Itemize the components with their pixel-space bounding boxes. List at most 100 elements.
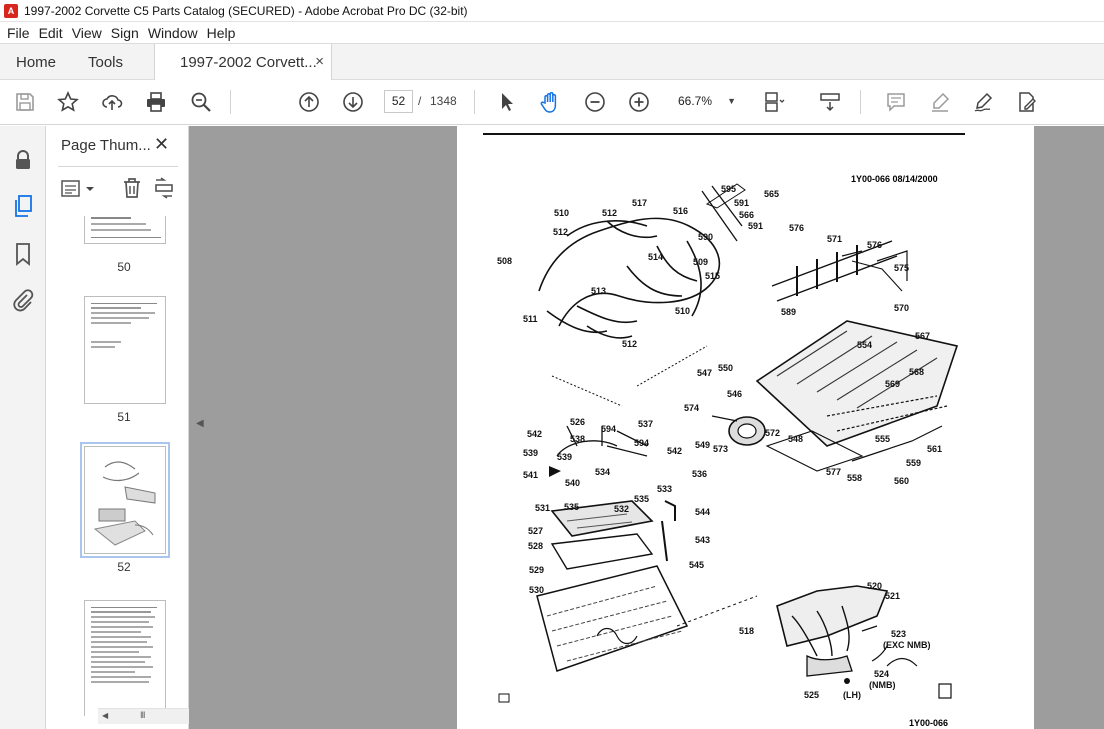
document-viewport[interactable]: 1Y00-066 08/14/2000 595 565 591 566 591 … <box>189 126 1104 729</box>
hand-tool-icon[interactable] <box>539 90 563 114</box>
window-title: 1997-2002 Corvette C5 Parts Catalog (SEC… <box>24 3 468 18</box>
diagram-callout: 524 <box>874 669 889 679</box>
upload-icon[interactable] <box>100 90 124 114</box>
page-thumbnail[interactable] <box>84 600 166 716</box>
diagram-callout: 576 <box>867 240 882 250</box>
prev-page-icon[interactable] <box>297 90 321 114</box>
menu-file[interactable]: File <box>7 25 30 41</box>
diagram-callout: 548 <box>788 434 803 444</box>
tab-tools[interactable]: Tools <box>88 44 123 80</box>
page-layout-icon[interactable] <box>762 90 786 114</box>
title-bar: A 1997-2002 Corvette C5 Parts Catalog (S… <box>0 0 1104 22</box>
diagram-callout: 576 <box>789 223 804 233</box>
page-header-code: 1Y00-066 08/14/2000 <box>851 174 938 184</box>
zoom-out-icon[interactable] <box>583 90 607 114</box>
collapse-panel-icon[interactable]: ◀ <box>196 418 208 436</box>
diagram-callout: 512 <box>553 227 568 237</box>
diagram-callout: 530 <box>529 585 544 595</box>
diagram-callout: 531 <box>535 503 550 513</box>
thumbnails-panel: Page Thum... ✕ 50 51 52 ◀ III <box>46 126 230 729</box>
diagram-callout: 550 <box>718 363 733 373</box>
diagram-callout: 574 <box>684 403 699 413</box>
bookmark-icon[interactable] <box>11 242 35 266</box>
scroll-grip[interactable]: III <box>140 710 145 720</box>
diagram-callout: 570 <box>894 303 909 313</box>
diagram-callout: 513 <box>591 286 606 296</box>
toolbar: 52 / 1348 66.7% ▼ <box>0 80 1104 125</box>
search-zoom-icon[interactable] <box>189 90 213 114</box>
fill-sign-icon[interactable] <box>1015 90 1039 114</box>
menu-sign[interactable]: Sign <box>111 25 139 41</box>
pages-icon[interactable] <box>11 194 35 218</box>
highlight-icon[interactable] <box>928 90 952 114</box>
diagram-callout: 547 <box>697 368 712 378</box>
diagram-callout: 591 <box>748 221 763 231</box>
diagram-callout: 526 <box>570 417 585 427</box>
diagram-callout: 510 <box>675 306 690 316</box>
menu-window[interactable]: Window <box>148 25 198 41</box>
toolbar-divider <box>230 90 231 114</box>
diagram-callout: 554 <box>857 340 872 350</box>
diagram-callout: 595 <box>721 184 736 194</box>
select-cursor-icon[interactable] <box>495 90 519 114</box>
print-icon[interactable] <box>144 90 168 114</box>
panel-divider <box>58 166 178 167</box>
thumbnail-list: 50 51 52 <box>46 216 171 716</box>
zoom-in-icon[interactable] <box>627 90 651 114</box>
diagram-callout: 516 <box>673 206 688 216</box>
menu-help[interactable]: Help <box>207 25 236 41</box>
scroll-mode-icon[interactable] <box>818 90 842 114</box>
diagram-callout: 555 <box>875 434 890 444</box>
comment-icon[interactable] <box>884 90 908 114</box>
diagram-callout: 521 <box>885 591 900 601</box>
diagram-callout: 517 <box>632 198 647 208</box>
diagram-callout: 508 <box>497 256 512 266</box>
diagram-callout: 565 <box>764 189 779 199</box>
page-thumbnail[interactable] <box>84 296 166 404</box>
tabs-row: Home Tools 1997-2002 Corvett... × <box>0 43 1104 81</box>
page-total: 1348 <box>430 94 457 108</box>
tab-document[interactable]: 1997-2002 Corvett... × <box>154 44 332 81</box>
delete-page-icon[interactable] <box>120 176 144 200</box>
diagram-callout: 571 <box>827 234 842 244</box>
page-thumbnail-selected[interactable] <box>80 442 170 558</box>
diagram-callout: 545 <box>689 560 704 570</box>
diagram-callout: 520 <box>867 581 882 591</box>
parts-diagram: 1Y00-066 08/14/2000 595 565 591 566 591 … <box>483 133 965 728</box>
left-rail <box>0 126 46 729</box>
diagram-callout: 510 <box>554 208 569 218</box>
diagram-callout: 528 <box>528 541 543 551</box>
diagram-callout: 541 <box>523 470 538 480</box>
diagram-callout: 566 <box>739 210 754 220</box>
page-thumbnail[interactable] <box>84 216 166 244</box>
menu-view[interactable]: View <box>72 25 102 41</box>
diagram-callout: 532 <box>614 504 629 514</box>
toolbar-divider <box>860 90 861 114</box>
diagram-callout: 561 <box>927 444 942 454</box>
sign-icon[interactable] <box>971 90 995 114</box>
zoom-select[interactable]: 66.7% ▼ <box>668 90 742 113</box>
tab-close-icon[interactable]: × <box>315 53 324 70</box>
diagram-callout: 573 <box>713 444 728 454</box>
pdf-page: 1Y00-066 08/14/2000 595 565 591 566 591 … <box>457 126 1034 729</box>
tab-document-label: 1997-2002 Corvett... <box>180 54 317 71</box>
attachment-icon[interactable] <box>11 288 35 312</box>
diagram-callout: 515 <box>705 271 720 281</box>
panel-close-icon[interactable]: ✕ <box>154 134 169 155</box>
thumbnail-options-icon[interactable] <box>60 178 98 200</box>
diagram-callout: 542 <box>667 446 682 456</box>
save-icon[interactable] <box>13 90 37 114</box>
bookmark-star-icon[interactable] <box>56 90 80 114</box>
rotate-page-icon[interactable] <box>152 176 176 200</box>
page-thumbnail-label: 50 <box>117 260 131 274</box>
page-number-input[interactable]: 52 <box>384 90 413 113</box>
diagram-callout: 575 <box>894 263 909 273</box>
diagram-callout: 572 <box>765 428 780 438</box>
scroll-left-icon[interactable]: ◀ <box>102 711 108 720</box>
diagram-callout: 558 <box>847 473 862 483</box>
diagram-callout: 535 <box>634 494 649 504</box>
tab-home[interactable]: Home <box>16 44 56 80</box>
lock-icon[interactable] <box>11 148 35 172</box>
next-page-icon[interactable] <box>341 90 365 114</box>
menu-edit[interactable]: Edit <box>39 25 63 41</box>
